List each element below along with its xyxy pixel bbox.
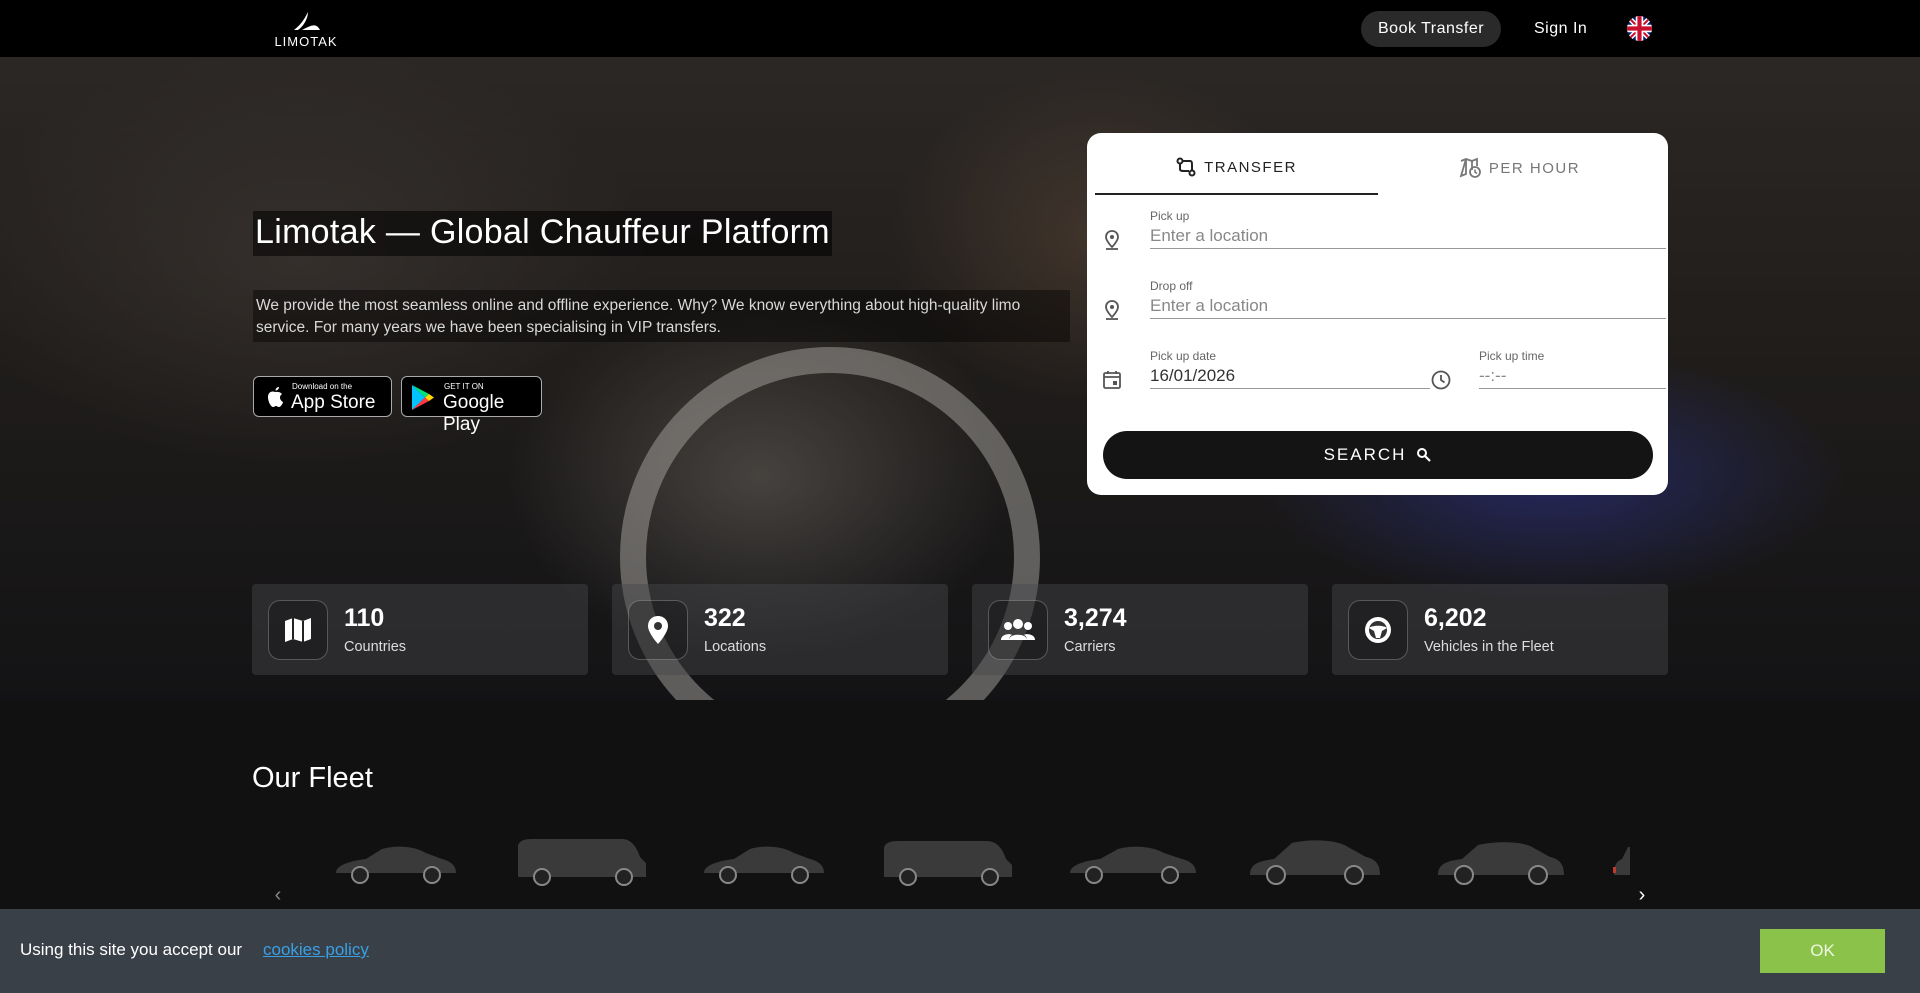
dropoff-field: Drop off — [1101, 279, 1666, 323]
search-button-label: SEARCH — [1323, 445, 1407, 464]
calendar-icon — [1103, 371, 1121, 389]
location-pin-icon — [1105, 300, 1119, 320]
pickup-input[interactable] — [1150, 223, 1666, 249]
stat-value: 110 — [344, 604, 385, 632]
pickup-date-input[interactable] — [1150, 363, 1430, 389]
fleet-car-minivan[interactable] — [878, 833, 1018, 893]
hero-description: We provide the most seamless online and … — [253, 290, 1070, 342]
app-store-label: App Store — [291, 392, 376, 413]
pickup-time-label: Pick up time — [1479, 349, 1545, 363]
fleet-section: Our Fleet ‹ › — [0, 700, 1920, 910]
tab-transfer[interactable]: TRANSFER — [1095, 141, 1378, 195]
stat-value: 322 — [704, 604, 746, 632]
stat-label: Carriers — [1064, 639, 1116, 655]
cookie-ok-button[interactable]: OK — [1760, 929, 1885, 973]
clock-icon — [1431, 370, 1451, 390]
stat-countries: 110 Countries — [252, 584, 588, 675]
pickup-date-label: Pick up date — [1150, 349, 1217, 363]
booking-card: TRANSFER PER HOUR Pick up Enter a locati… — [1087, 133, 1668, 495]
app-store-small-text: Download on the — [292, 382, 353, 391]
google-play-button[interactable]: GET IT ON Google Play — [401, 376, 542, 435]
dropoff-input[interactable] — [1150, 293, 1666, 319]
google-play-icon — [412, 385, 434, 410]
pickup-date-field: Pick up date — [1101, 349, 1430, 393]
fleet-car-van[interactable] — [512, 833, 652, 893]
sign-in-link[interactable]: Sign In — [1534, 11, 1587, 47]
tab-per-hour[interactable]: PER HOUR — [1378, 141, 1661, 195]
google-play-label: Google Play — [443, 392, 505, 435]
location-pin-icon — [628, 600, 688, 660]
map-icon — [268, 600, 328, 660]
fleet-car-partial[interactable] — [1612, 833, 1630, 893]
steering-wheel-icon — [1348, 600, 1408, 660]
pickup-field: Pick up — [1101, 209, 1666, 253]
people-icon — [988, 600, 1048, 660]
hero-title: Limotak — Global Chauffeur Platform — [253, 211, 832, 256]
fleet-car-sedan[interactable] — [330, 833, 460, 893]
map-clock-icon — [1459, 157, 1481, 178]
stat-vehicles: 6,202 Vehicles in the Fleet — [1332, 584, 1668, 675]
pickup-time-field: Pick up time — [1430, 349, 1666, 393]
fleet-car-suv[interactable] — [1244, 833, 1386, 893]
logo-text: LIMOTAK — [274, 34, 338, 49]
stat-label: Locations — [704, 639, 767, 655]
pickup-label: Pick up — [1150, 209, 1190, 223]
stat-value: 3,274 — [1064, 604, 1127, 632]
logo-wings-icon — [294, 12, 320, 30]
fleet-car-sedan[interactable] — [1064, 833, 1200, 893]
carousel-prev-arrow[interactable]: ‹ — [268, 885, 288, 905]
stat-label: Countries — [344, 639, 407, 655]
uk-flag-icon[interactable] — [1627, 16, 1652, 41]
limotak-logo[interactable]: LIMOTAK — [258, 10, 354, 49]
pickup-time-input[interactable] — [1479, 363, 1666, 389]
stat-value: 6,202 — [1424, 604, 1487, 632]
apple-icon — [268, 387, 283, 407]
fleet-car-sedan[interactable] — [698, 833, 828, 893]
hero-section: Limotak — Global Chauffeur Platform We p… — [0, 57, 1920, 700]
dropoff-label: Drop off — [1150, 279, 1193, 293]
app-store-button[interactable]: Download on the App Store — [253, 376, 392, 417]
cookies-policy-link[interactable]: cookies policy — [263, 940, 369, 960]
fleet-title: Our Fleet — [252, 762, 373, 794]
location-pin-icon — [1105, 230, 1119, 250]
tab-per-hour-label: PER HOUR — [1488, 159, 1581, 177]
stat-locations: 322 Locations — [612, 584, 948, 675]
google-play-small-text: GET IT ON — [444, 382, 484, 391]
route-icon — [1176, 157, 1196, 177]
carousel-next-arrow[interactable]: › — [1632, 885, 1652, 905]
top-header: LIMOTAK Book Transfer Sign In — [0, 0, 1920, 57]
cookie-banner: Using this site you accept our cookies p… — [0, 909, 1920, 993]
fleet-car-suv[interactable] — [1432, 833, 1568, 893]
stat-carriers: 3,274 Carriers — [972, 584, 1308, 675]
stat-label: Vehicles in the Fleet — [1424, 639, 1554, 655]
search-button[interactable]: SEARCH — [1103, 431, 1653, 479]
search-icon — [1417, 448, 1432, 462]
book-transfer-button[interactable]: Book Transfer — [1361, 11, 1502, 47]
cookie-text: Using this site you accept our — [20, 940, 243, 959]
tab-transfer-label: TRANSFER — [1204, 158, 1297, 176]
